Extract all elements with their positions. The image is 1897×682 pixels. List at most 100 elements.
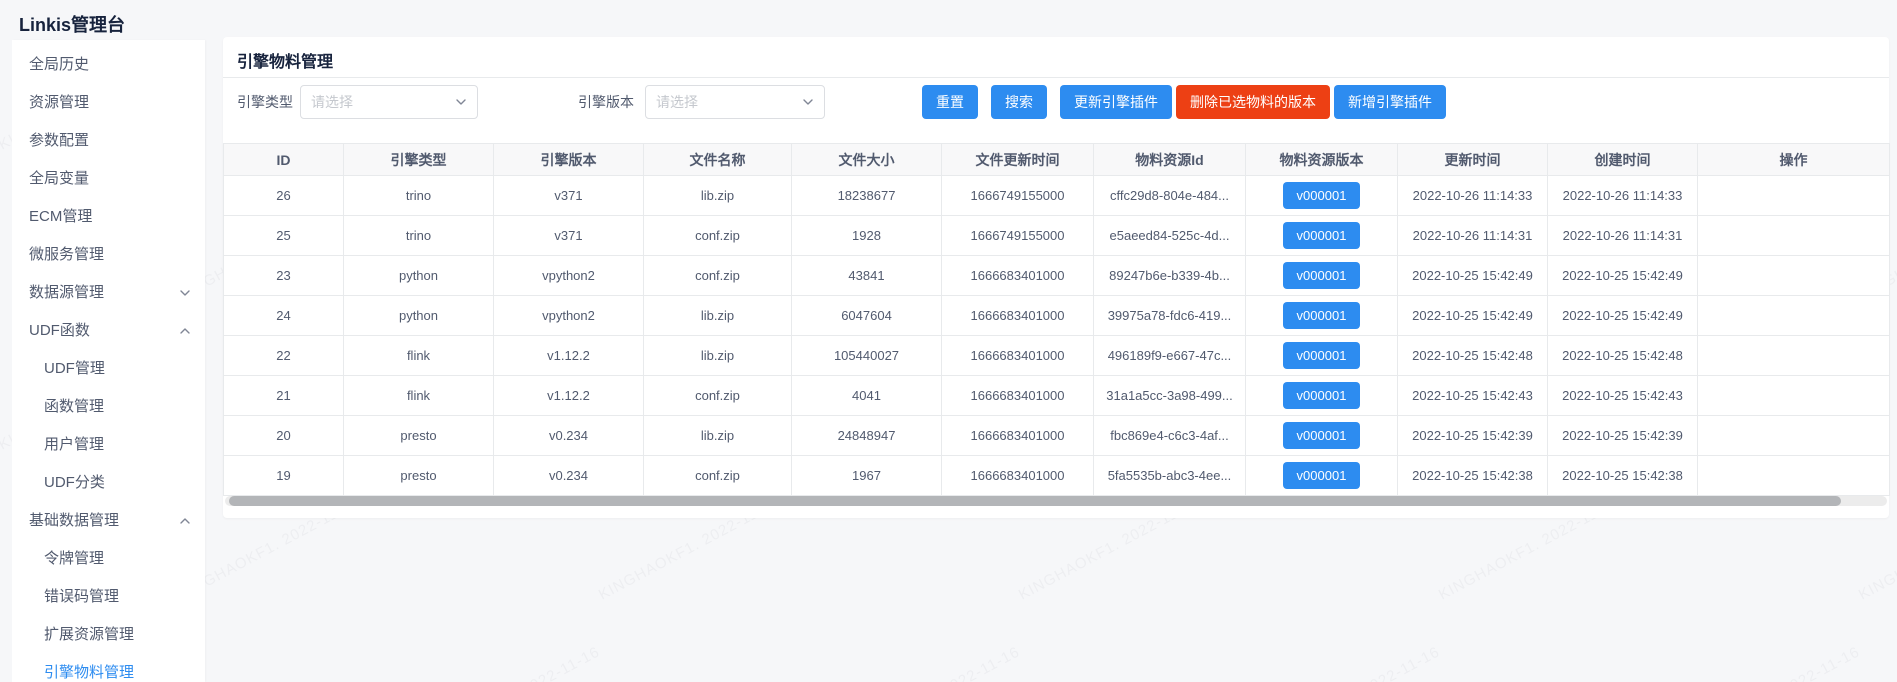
table-row: 19prestov0.234conf.zip196716666834010005…: [224, 456, 1890, 496]
sidebar-subitem-8-1[interactable]: 错误码管理: [12, 578, 205, 616]
column-header: 文件更新时间: [942, 144, 1094, 176]
watermark-text: KINGHAOKF1. 2022-11-16: [836, 643, 1023, 682]
table-row: 22flinkv1.12.2lib.zip1054400271666683401…: [224, 336, 1890, 376]
column-header: 更新时间: [1398, 144, 1548, 176]
cell-engine_version: vpython2: [494, 256, 644, 296]
add-engine-plugin-button[interactable]: 新增引擎插件: [1334, 85, 1446, 119]
cell-file_name: conf.zip: [644, 256, 792, 296]
sidebar-item-1[interactable]: 资源管理: [12, 84, 205, 122]
cell-create_time: 2022-10-25 15:42:38: [1548, 456, 1698, 496]
cell-id: 21: [224, 376, 344, 416]
cell-update_time: 2022-10-25 15:42:39: [1398, 416, 1548, 456]
cell-create_time: 2022-10-25 15:42:49: [1548, 296, 1698, 336]
engine-type-select[interactable]: 请选择: [300, 85, 478, 119]
sidebar-subitem-label: 函数管理: [44, 398, 104, 415]
cell-engine_version: v0.234: [494, 416, 644, 456]
sidebar-item-5[interactable]: 微服务管理: [12, 236, 205, 274]
cell-create_time: 2022-10-25 15:42:43: [1548, 376, 1698, 416]
sidebar-subitem-7-2[interactable]: 用户管理: [12, 426, 205, 464]
cell-file_size: 6047604: [792, 296, 942, 336]
toolbar: 重置 搜索 更新引擎插件 删除已选物料的版本 新增引擎插件: [922, 85, 1446, 119]
delete-selected-version-button[interactable]: 删除已选物料的版本: [1176, 85, 1330, 119]
top-bar: Linkis管理台: [0, 0, 1897, 42]
sidebar-subitem-7-1[interactable]: 函数管理: [12, 388, 205, 426]
cell-file_size: 1967: [792, 456, 942, 496]
cell-engine_version: v0.234: [494, 456, 644, 496]
sidebar-item-label: 数据源管理: [29, 284, 104, 301]
resource-version-button[interactable]: v000001: [1283, 182, 1361, 209]
cell-engine_version: v371: [494, 216, 644, 256]
cell-file_size: 1928: [792, 216, 942, 256]
resource-version-button[interactable]: v000001: [1283, 302, 1361, 329]
engine-version-placeholder: 请选择: [656, 86, 698, 118]
cell-engine_version: v1.12.2: [494, 336, 644, 376]
resource-version-button[interactable]: v000001: [1283, 382, 1361, 409]
horizontal-scrollbar-thumb[interactable]: [229, 496, 1841, 506]
resource-version-button[interactable]: v000001: [1283, 422, 1361, 449]
page-title: 引擎物料管理: [237, 48, 333, 72]
cell-create_time: 2022-10-25 15:42:48: [1548, 336, 1698, 376]
sidebar-item-4[interactable]: ECM管理: [12, 198, 205, 236]
cell-create_time: 2022-10-26 11:14:33: [1548, 176, 1698, 216]
cell-resource_version: v000001: [1246, 176, 1398, 216]
cell-resource_id: 89247b6e-b339-4b...: [1094, 256, 1246, 296]
sidebar-item-8[interactable]: 基础数据管理: [12, 502, 205, 540]
sidebar-subitem-8-0[interactable]: 令牌管理: [12, 540, 205, 578]
engine-version-select[interactable]: 请选择: [645, 85, 825, 119]
search-button[interactable]: 搜索: [991, 85, 1047, 119]
sidebar-subitem-7-0[interactable]: UDF管理: [12, 350, 205, 388]
cell-create_time: 2022-10-25 15:42:39: [1548, 416, 1698, 456]
sidebar-item-label: 微服务管理: [29, 246, 104, 263]
sidebar: 全局历史资源管理参数配置全局变量 ECM管理微服务管理数据源管理 UDF函数UDF管…: [12, 40, 205, 682]
cell-engine_type: flink: [344, 376, 494, 416]
chevron-down-icon: [179, 287, 191, 299]
update-engine-plugin-button[interactable]: 更新引擎插件: [1060, 85, 1172, 119]
cell-file_name: lib.zip: [644, 336, 792, 376]
sidebar-item-6[interactable]: 数据源管理: [12, 274, 205, 312]
column-header: 文件大小: [792, 144, 942, 176]
column-header: 文件名称: [644, 144, 792, 176]
cell-operation: [1698, 336, 1890, 376]
engine-type-label: 引擎类型: [237, 85, 293, 119]
column-header: ID: [224, 144, 344, 176]
sidebar-item-7[interactable]: UDF函数: [12, 312, 205, 350]
sidebar-subitem-label: 扩展资源管理: [44, 626, 134, 643]
cell-file_update_time: 1666749155000: [942, 216, 1094, 256]
cell-update_time: 2022-10-25 15:42:48: [1398, 336, 1548, 376]
cell-operation: [1698, 176, 1890, 216]
table-row: 25trinov371conf.zip19281666749155000e5ae…: [224, 216, 1890, 256]
cell-file_update_time: 1666683401000: [942, 296, 1094, 336]
cell-engine_version: v1.12.2: [494, 376, 644, 416]
resource-version-button[interactable]: v000001: [1283, 262, 1361, 289]
resource-version-button[interactable]: v000001: [1283, 342, 1361, 369]
cell-file_update_time: 1666683401000: [942, 456, 1094, 496]
sidebar-subitem-7-3[interactable]: UDF分类: [12, 464, 205, 502]
cell-file_update_time: 1666683401000: [942, 416, 1094, 456]
resource-version-button[interactable]: v000001: [1283, 462, 1361, 489]
cell-resource_id: 39975a78-fdc6-419...: [1094, 296, 1246, 336]
resource-version-button[interactable]: v000001: [1283, 222, 1361, 249]
cell-operation: [1698, 376, 1890, 416]
table-body: 26trinov371lib.zip182386771666749155000c…: [224, 176, 1890, 496]
column-header: 物料资源版本: [1246, 144, 1398, 176]
cell-resource_version: v000001: [1246, 296, 1398, 336]
sidebar-item-0[interactable]: 全局历史: [12, 46, 205, 84]
reset-button[interactable]: 重置: [922, 85, 978, 119]
materials-table: ID引擎类型引擎版本文件名称文件大小文件更新时间物料资源Id物料资源版本更新时间…: [223, 143, 1890, 496]
table-row: 24pythonvpython2lib.zip60476041666683401…: [224, 296, 1890, 336]
engine-type-placeholder: 请选择: [311, 86, 353, 118]
cell-file_size: 105440027: [792, 336, 942, 376]
cell-resource_version: v000001: [1246, 336, 1398, 376]
cell-operation: [1698, 296, 1890, 336]
cell-file_update_time: 1666683401000: [942, 256, 1094, 296]
sidebar-subitem-8-2[interactable]: 扩展资源管理: [12, 616, 205, 654]
sidebar-subitem-8-3[interactable]: 引擎物料管理: [12, 654, 205, 682]
table-row: 23pythonvpython2conf.zip4384116666834010…: [224, 256, 1890, 296]
sidebar-item-3[interactable]: 全局变量: [12, 160, 205, 198]
watermark-text: KINGHAOKF1. 2022-11-16: [416, 643, 603, 682]
sidebar-item-label: 全局变量: [29, 170, 89, 187]
sidebar-item-2[interactable]: 参数配置: [12, 122, 205, 160]
column-header: 创建时间: [1548, 144, 1698, 176]
cell-engine_type: trino: [344, 176, 494, 216]
table-row: 21flinkv1.12.2conf.zip404116666834010003…: [224, 376, 1890, 416]
